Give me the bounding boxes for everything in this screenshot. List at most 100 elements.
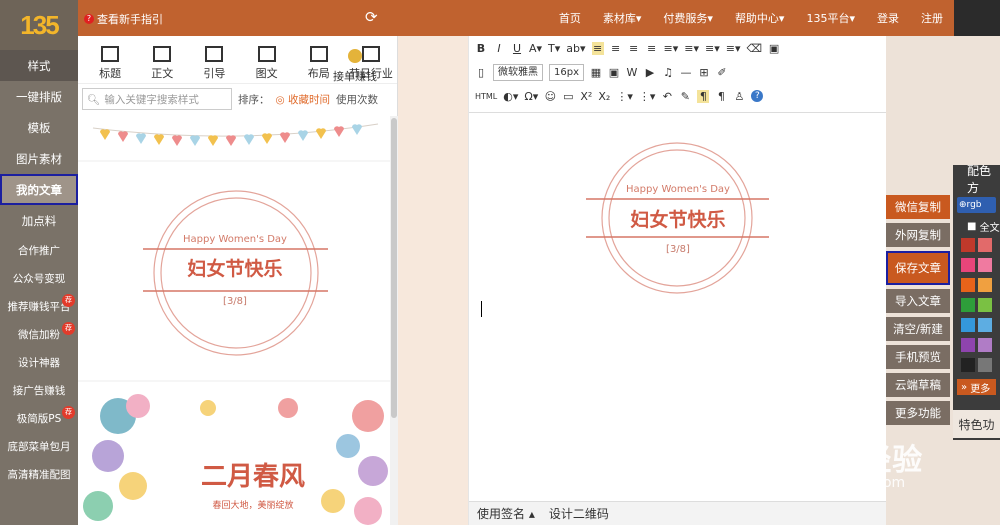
color-swatch[interactable] <box>961 298 975 312</box>
sidebar-item-bottom-menu[interactable]: 底部菜单包月 <box>0 432 78 460</box>
font-family-select[interactable]: 微软雅黑 <box>493 63 543 81</box>
ordered-list-button[interactable]: ⋮▾ <box>616 90 633 103</box>
search-replace-icon[interactable]: ♙ <box>733 90 745 103</box>
line-height-button[interactable]: ≡▾ <box>705 42 720 55</box>
external-copy-button[interactable]: 外网复制 <box>886 223 950 247</box>
align-center-button[interactable]: ≡ <box>610 42 622 55</box>
table-icon[interactable]: ▦ <box>590 66 602 79</box>
edit-icon[interactable]: ✎ <box>679 90 691 103</box>
color-swatch[interactable] <box>961 238 975 252</box>
color-swatch[interactable] <box>961 278 975 292</box>
sidebar-item-images[interactable]: 图片素材 <box>0 143 78 174</box>
color-icon[interactable]: ◐▾ <box>503 90 518 103</box>
color-swatch[interactable] <box>978 318 992 332</box>
help-icon[interactable]: ? <box>751 90 764 102</box>
new-doc-icon[interactable]: ▯ <box>475 66 487 79</box>
nav-paid[interactable]: 付费服务▾ <box>652 10 724 26</box>
signature-button[interactable]: 使用签名 ▴ <box>477 505 535 522</box>
emoji-icon[interactable]: ☺ <box>544 90 556 103</box>
align-left-button[interactable]: ≡ <box>591 41 604 55</box>
font-color-button[interactable]: A▾ <box>529 42 542 55</box>
link-icon[interactable]: ▭ <box>562 90 574 103</box>
align-justify-button[interactable]: ≡ <box>646 42 658 55</box>
undo-icon[interactable]: ↶ <box>661 90 673 103</box>
word-icon[interactable]: W <box>626 66 638 79</box>
color-swatch[interactable] <box>978 258 992 272</box>
format-painter-icon[interactable]: ✐ <box>716 66 728 79</box>
hr-icon[interactable]: — <box>680 66 692 79</box>
import-article-button[interactable]: 导入文章 <box>886 289 950 313</box>
tab-body[interactable]: 正文 <box>136 37 188 83</box>
bg-color-button[interactable]: T▾ <box>548 42 560 55</box>
sidebar-item-design-tool[interactable]: 设计神器 <box>0 348 78 376</box>
align-right-button[interactable]: ≡ <box>628 42 640 55</box>
cloud-draft-button[interactable]: 云端草稿 <box>886 373 950 397</box>
new-user-guide-link[interactable]: ? 查看新手指引 <box>84 11 163 27</box>
sidebar-item-ads[interactable]: 接广告赚钱 <box>0 376 78 404</box>
special-char-button[interactable]: Ω▾ <box>524 90 538 103</box>
logo[interactable]: 135 <box>0 0 78 50</box>
sort-by-time[interactable]: ◎ 收藏时间 <box>276 92 331 107</box>
sidebar-item-monetize[interactable]: 公众号变现 <box>0 264 78 292</box>
insert-icon[interactable]: ⊞ <box>698 66 710 79</box>
italic-button[interactable]: I <box>493 42 505 55</box>
tab-title[interactable]: 标题 <box>84 37 136 83</box>
color-swatch[interactable] <box>961 338 975 352</box>
html-button[interactable]: HTML <box>475 92 497 101</box>
ltr-button[interactable]: ¶ <box>697 89 710 103</box>
rtl-button[interactable]: ¶ <box>715 90 727 103</box>
preview-icon[interactable]: ▣ <box>768 42 780 55</box>
nav-platform[interactable]: 135平台▾ <box>795 10 866 26</box>
indent-button[interactable]: ≡▾ <box>664 42 679 55</box>
color-input[interactable]: ⊕ rgb <box>957 197 996 213</box>
clear-new-button[interactable]: 清空/新建 <box>886 317 950 341</box>
save-article-button[interactable]: 保存文章 <box>886 251 950 285</box>
more-functions-button[interactable]: 更多功能 <box>886 401 950 425</box>
color-swatch[interactable] <box>978 278 992 292</box>
superscript-button[interactable]: X² <box>580 90 592 103</box>
color-swatch[interactable] <box>961 318 975 332</box>
sort-by-count[interactable]: 使用次数 <box>336 92 378 107</box>
qrcode-button[interactable]: 设计二维码 <box>549 505 609 522</box>
sidebar-item-hd-images[interactable]: 高清精准配图 <box>0 460 78 488</box>
style-search-input[interactable]: 🔍︎ 输入关键字搜索样式 <box>82 88 232 110</box>
font-size-select[interactable]: 16px <box>549 63 584 81</box>
tab-image-text[interactable]: 图文 <box>241 37 293 83</box>
gallery-scrollbar[interactable] <box>391 118 397 418</box>
color-swatch[interactable] <box>978 338 992 352</box>
paragraph-button[interactable]: ≡▾ <box>726 42 741 55</box>
eraser-icon[interactable]: ⌫ <box>747 42 763 55</box>
nav-materials[interactable]: 素材库▾ <box>592 10 653 26</box>
sidebar-item-templates[interactable]: 模板 <box>0 112 78 143</box>
subscript-button[interactable]: X₂ <box>598 90 610 103</box>
sidebar-item-one-click[interactable]: 一键排版 <box>0 81 78 112</box>
sidebar-item-earn-platform[interactable]: 推荐赚钱平台荐 <box>0 292 78 320</box>
color-swatch[interactable] <box>978 358 992 372</box>
video-icon[interactable]: ▶ <box>644 66 656 79</box>
more-colors-button[interactable]: » 更多 <box>957 379 996 395</box>
music-icon[interactable]: ♫ <box>662 66 674 79</box>
wechat-copy-button[interactable]: 微信复制 <box>886 195 950 219</box>
color-swatch[interactable] <box>978 298 992 312</box>
sidebar-item-partner[interactable]: 合作推广 <box>0 236 78 264</box>
color-swatch[interactable] <box>978 238 992 252</box>
tab-earn-orders[interactable]: 接单赚钱 <box>320 36 390 86</box>
color-swatch[interactable] <box>961 358 975 372</box>
nav-register[interactable]: 注册 <box>910 10 954 26</box>
nav-home[interactable]: 首页 <box>548 10 592 26</box>
sidebar-item-my-articles[interactable]: 我的文章 <box>0 174 78 205</box>
special-features-label[interactable]: 特色功 <box>953 410 1000 438</box>
sidebar-item-simple-ps[interactable]: 极简版PS 荐 <box>0 404 78 432</box>
underline-button[interactable]: U <box>511 42 523 55</box>
highlight-button[interactable]: ab▾ <box>566 42 585 55</box>
nav-help[interactable]: 帮助中心▾ <box>724 10 796 26</box>
tab-guide[interactable]: 引导 <box>188 37 240 83</box>
sidebar-item-wechat-fans[interactable]: 微信加粉荐 <box>0 320 78 348</box>
mobile-preview-button[interactable]: 手机预览 <box>886 345 950 369</box>
image-icon[interactable]: ▣ <box>608 66 620 79</box>
spacing-button[interactable]: ≡▾ <box>684 42 699 55</box>
sidebar-item-styles[interactable]: 样式 <box>0 50 78 81</box>
sidebar-item-extras[interactable]: 加点料 <box>0 205 78 236</box>
unordered-list-button[interactable]: ⋮▾ <box>639 90 656 103</box>
color-swatch[interactable] <box>961 258 975 272</box>
